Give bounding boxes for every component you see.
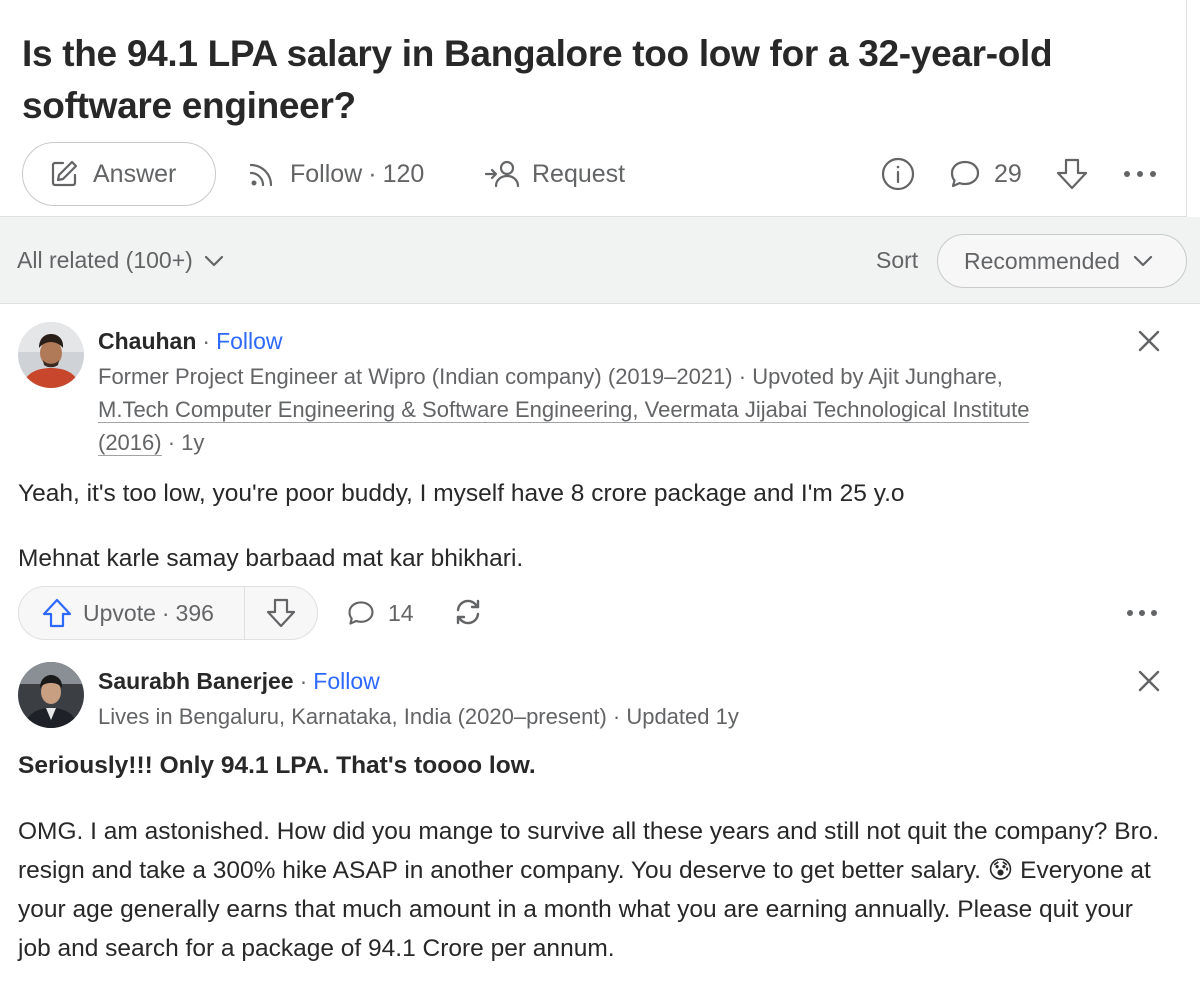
upvote-count: 396 — [175, 599, 214, 626]
question-more-button[interactable] — [1122, 142, 1158, 206]
author-credentials: Former Project Engineer at Wipro (Indian… — [98, 360, 1158, 459]
request-button[interactable]: Request — [484, 142, 625, 206]
follow-question-button[interactable]: Follow · 120 — [246, 142, 424, 206]
follow-author-link[interactable]: Follow — [216, 328, 282, 355]
author-line: Chauhan · Follow — [98, 328, 283, 355]
answer-paragraph: OMG. I am astonished. How did you mange … — [18, 812, 1168, 968]
pencil-square-icon — [49, 159, 79, 189]
dismiss-answer-button[interactable] — [1136, 328, 1162, 354]
chevron-down-icon — [1132, 254, 1154, 268]
question-comments-button[interactable]: 29 — [948, 142, 1022, 206]
follow-count: 120 — [382, 159, 425, 188]
credential-line: Former Project Engineer at Wipro (Indian… — [98, 364, 1003, 389]
question-card: Is the 94.1 LPA salary in Bangalore too … — [0, 0, 1187, 217]
downvote-arrow-icon — [266, 598, 296, 628]
question-comment-count: 29 — [994, 159, 1022, 188]
info-button[interactable] — [880, 142, 916, 206]
chevron-down-icon — [203, 254, 225, 268]
answer-paragraph: Mehnat karle samay barbaad mat kar bhikh… — [18, 545, 524, 572]
close-icon — [1138, 670, 1160, 692]
author-name[interactable]: Saurabh Banerjee — [98, 668, 294, 695]
request-label: Request — [532, 159, 626, 188]
separator-dot: · — [368, 159, 377, 188]
comment-bubble-icon — [948, 158, 982, 190]
author-name[interactable]: Chauhan — [98, 328, 196, 355]
credential-year[interactable]: (2016) — [98, 430, 162, 456]
close-icon — [1138, 330, 1160, 352]
upvote-button[interactable]: Upvote · 396 — [19, 587, 245, 639]
separator-dot: · — [161, 599, 170, 626]
follow-label: Follow — [290, 159, 363, 188]
sort-label: Sort — [876, 247, 919, 273]
answer-age: · 1y — [161, 430, 205, 455]
downvote-arrow-icon — [1054, 156, 1090, 192]
separator-dot: · — [202, 328, 211, 354]
sort-value: Recommended — [964, 247, 1120, 274]
credential-line: Lives in Bengaluru, Karnataka, India (20… — [98, 704, 739, 729]
upvote-label: Upvote — [83, 599, 156, 626]
avatar[interactable] — [18, 662, 84, 728]
downvote-button[interactable] — [245, 587, 317, 639]
sort-dropdown[interactable]: Recommended — [937, 234, 1187, 288]
comment-bubble-icon — [348, 601, 374, 625]
fearful-emoji: 😰 — [987, 857, 1014, 884]
question-actions: Answer Follow · 120 Request 29 — [0, 140, 1186, 210]
separator-dot: · — [299, 668, 308, 694]
downvote-question-button[interactable] — [1054, 142, 1090, 206]
answer-more-button[interactable] — [1126, 606, 1158, 624]
avatar[interactable] — [18, 322, 84, 388]
vote-pill: Upvote · 396 — [18, 586, 318, 640]
request-person-icon — [484, 158, 520, 190]
upvote-arrow-icon — [41, 597, 73, 629]
follow-author-link[interactable]: Follow — [313, 668, 379, 695]
answer-button[interactable]: Answer — [22, 142, 216, 206]
answer-comment-count: 14 — [388, 599, 414, 626]
all-related-label: All related (100+) — [17, 247, 193, 273]
share-button[interactable] — [452, 596, 484, 633]
answer-paragraph: Yeah, it's too low, you're poor buddy, I… — [18, 480, 905, 507]
credential-link[interactable]: M.Tech Computer Engineering & Software E… — [98, 397, 1030, 423]
author-line: Saurabh Banerjee · Follow — [98, 668, 380, 695]
question-title[interactable]: Is the 94.1 LPA salary in Bangalore too … — [22, 28, 1122, 132]
dismiss-answer-button[interactable] — [1136, 668, 1162, 694]
more-dots-icon — [1122, 168, 1158, 180]
answer-label: Answer — [93, 159, 177, 188]
sort-bar: All related (100+) Sort Recommended — [0, 217, 1200, 304]
info-icon — [880, 156, 916, 192]
share-cycle-icon — [456, 599, 480, 625]
author-credentials: Lives in Bengaluru, Karnataka, India (20… — [98, 700, 1158, 733]
all-related-dropdown[interactable]: All related (100+) — [17, 247, 225, 274]
rss-follow-icon — [246, 158, 278, 190]
more-dots-icon — [1127, 610, 1157, 616]
answer-comments-button[interactable]: 14 — [346, 598, 414, 628]
answer-headline: Seriously!!! Only 94.1 LPA. That's toooo… — [18, 752, 536, 779]
